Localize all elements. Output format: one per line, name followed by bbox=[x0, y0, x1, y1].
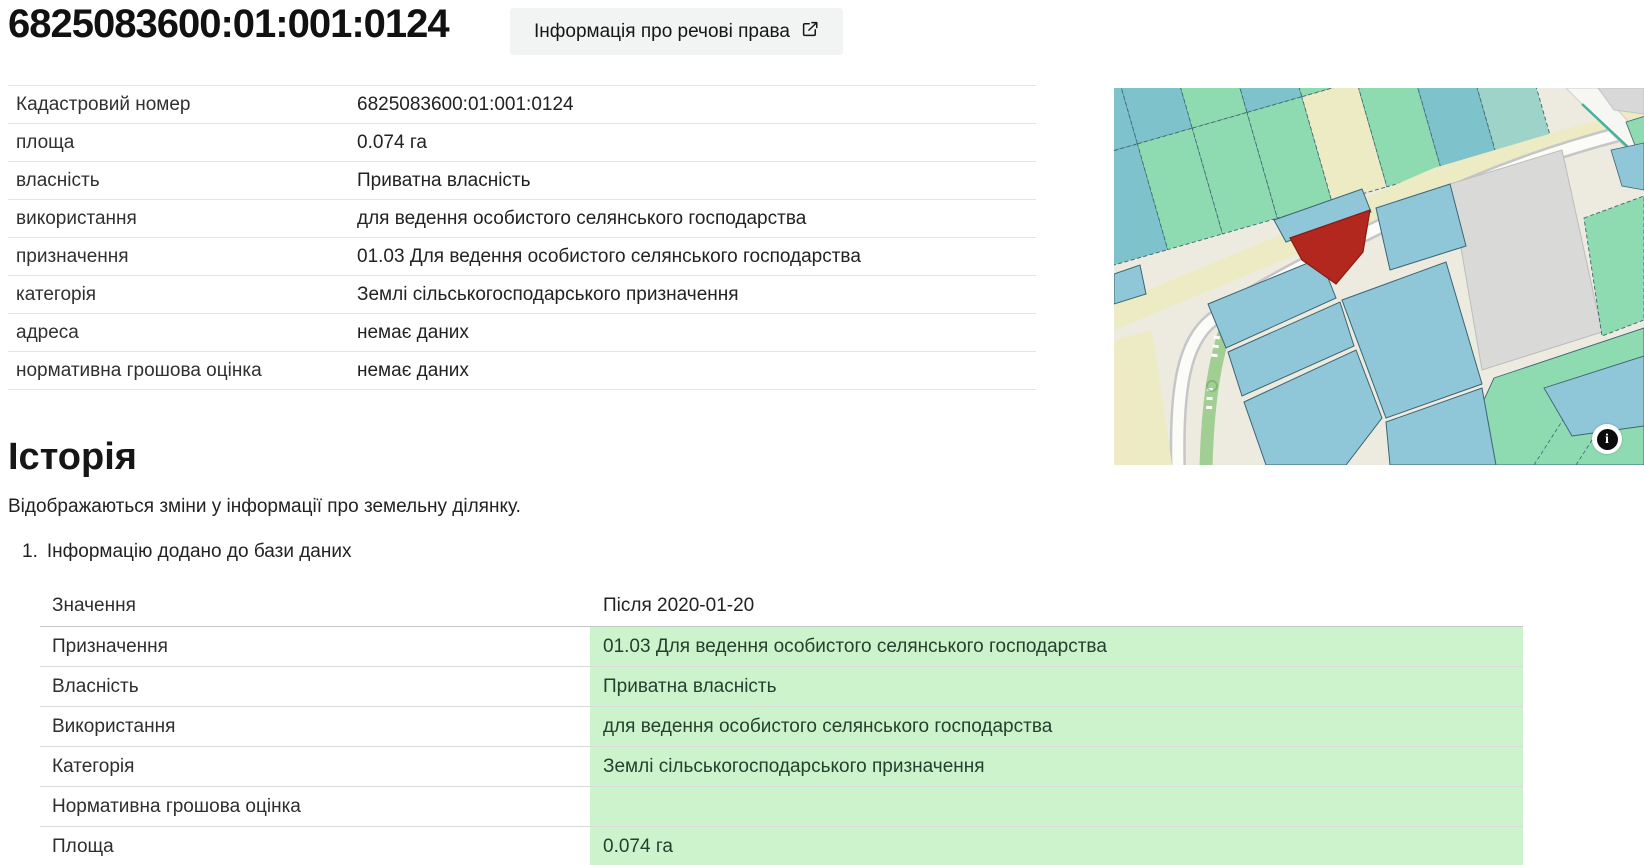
history-row-value: для ведення особистого селянського госпо… bbox=[590, 707, 1523, 746]
info-label: призначення bbox=[8, 246, 357, 268]
property-rights-button[interactable]: Інформація про речові права bbox=[510, 8, 843, 55]
info-value: 6825083600:01:001:0124 bbox=[357, 94, 574, 116]
map-attribution-button[interactable]: i bbox=[1592, 424, 1622, 454]
history-table: Значення Після 2020-01-20 Призначення 01… bbox=[40, 574, 1523, 865]
history-section-title: Історія bbox=[8, 436, 137, 479]
history-entry-title: 1. Інформацію додано до бази даних bbox=[22, 541, 351, 563]
history-row-value: Землі сільськогосподарського призначення bbox=[590, 747, 1523, 786]
history-table-header: Значення Після 2020-01-20 bbox=[40, 574, 1523, 626]
table-row: Нормативна грошова оцінка bbox=[40, 786, 1523, 826]
info-value: немає даних bbox=[357, 360, 469, 382]
history-row-value: Приватна власність bbox=[590, 667, 1523, 706]
info-value: Приватна власність bbox=[357, 170, 531, 192]
info-label: використання bbox=[8, 208, 357, 230]
table-row: використання для ведення особистого селя… bbox=[8, 199, 1036, 237]
table-row: площа 0.074 га bbox=[8, 123, 1036, 161]
history-row-label: Використання bbox=[40, 707, 590, 746]
info-label: власність bbox=[8, 170, 357, 192]
table-row: нормативна грошова оцінка немає даних bbox=[8, 351, 1036, 390]
page-title: 6825083600:01:001:0124 bbox=[8, 2, 449, 47]
info-value: 0.074 га bbox=[357, 132, 427, 154]
property-rights-button-label: Інформація про речові права bbox=[534, 21, 790, 43]
history-entry-text: Інформацію додано до бази даних bbox=[47, 541, 352, 563]
table-row: призначення 01.03 Для ведення особистого… bbox=[8, 237, 1036, 275]
history-entry-index: 1. bbox=[22, 541, 38, 563]
parcel-info-table: Кадастровий номер 6825083600:01:001:0124… bbox=[8, 85, 1036, 390]
history-header-label: Значення bbox=[40, 595, 590, 617]
table-row: власність Приватна власність bbox=[8, 161, 1036, 199]
history-header-value: Після 2020-01-20 bbox=[590, 595, 1523, 617]
map-image bbox=[1114, 88, 1644, 465]
table-row: Категорія Землі сільськогосподарського п… bbox=[40, 746, 1523, 786]
info-value: немає даних bbox=[357, 322, 469, 344]
history-row-value: 01.03 Для ведення особистого селянського… bbox=[590, 627, 1523, 666]
history-row-label: Нормативна грошова оцінка bbox=[40, 787, 590, 826]
table-row: категорія Землі сільськогосподарського п… bbox=[8, 275, 1036, 313]
table-row: Використання для ведення особистого селя… bbox=[40, 706, 1523, 746]
history-description: Відображаються зміни у інформації про зе… bbox=[8, 496, 521, 518]
table-row: адреса немає даних bbox=[8, 313, 1036, 351]
info-label: нормативна грошова оцінка bbox=[8, 360, 357, 382]
history-row-value: 0.074 га bbox=[590, 827, 1523, 865]
info-icon: i bbox=[1597, 429, 1618, 450]
table-row: Кадастровий номер 6825083600:01:001:0124 bbox=[8, 85, 1036, 123]
history-row-label: Площа bbox=[40, 827, 590, 865]
table-row: Площа 0.074 га bbox=[40, 826, 1523, 865]
info-value: 01.03 Для ведення особистого селянського… bbox=[357, 246, 861, 268]
info-label: категорія bbox=[8, 284, 357, 306]
history-row-label: Призначення bbox=[40, 627, 590, 666]
info-label: площа bbox=[8, 132, 357, 154]
info-value: для ведення особистого селянського госпо… bbox=[357, 208, 806, 230]
info-label: адреса bbox=[8, 322, 357, 344]
history-row-value bbox=[590, 787, 1523, 826]
info-label: Кадастровий номер bbox=[8, 94, 357, 116]
history-row-label: Категорія bbox=[40, 747, 590, 786]
external-link-icon bbox=[801, 20, 819, 44]
info-value: Землі сільськогосподарського призначення bbox=[357, 284, 739, 306]
table-row: Призначення 01.03 Для ведення особистого… bbox=[40, 626, 1523, 666]
history-row-label: Власність bbox=[40, 667, 590, 706]
cadastral-parcel-page: 6825083600:01:001:0124 Інформація про ре… bbox=[0, 0, 1644, 865]
table-row: Власність Приватна власність bbox=[40, 666, 1523, 706]
parcel-map-canvas[interactable]: i bbox=[1114, 88, 1644, 465]
